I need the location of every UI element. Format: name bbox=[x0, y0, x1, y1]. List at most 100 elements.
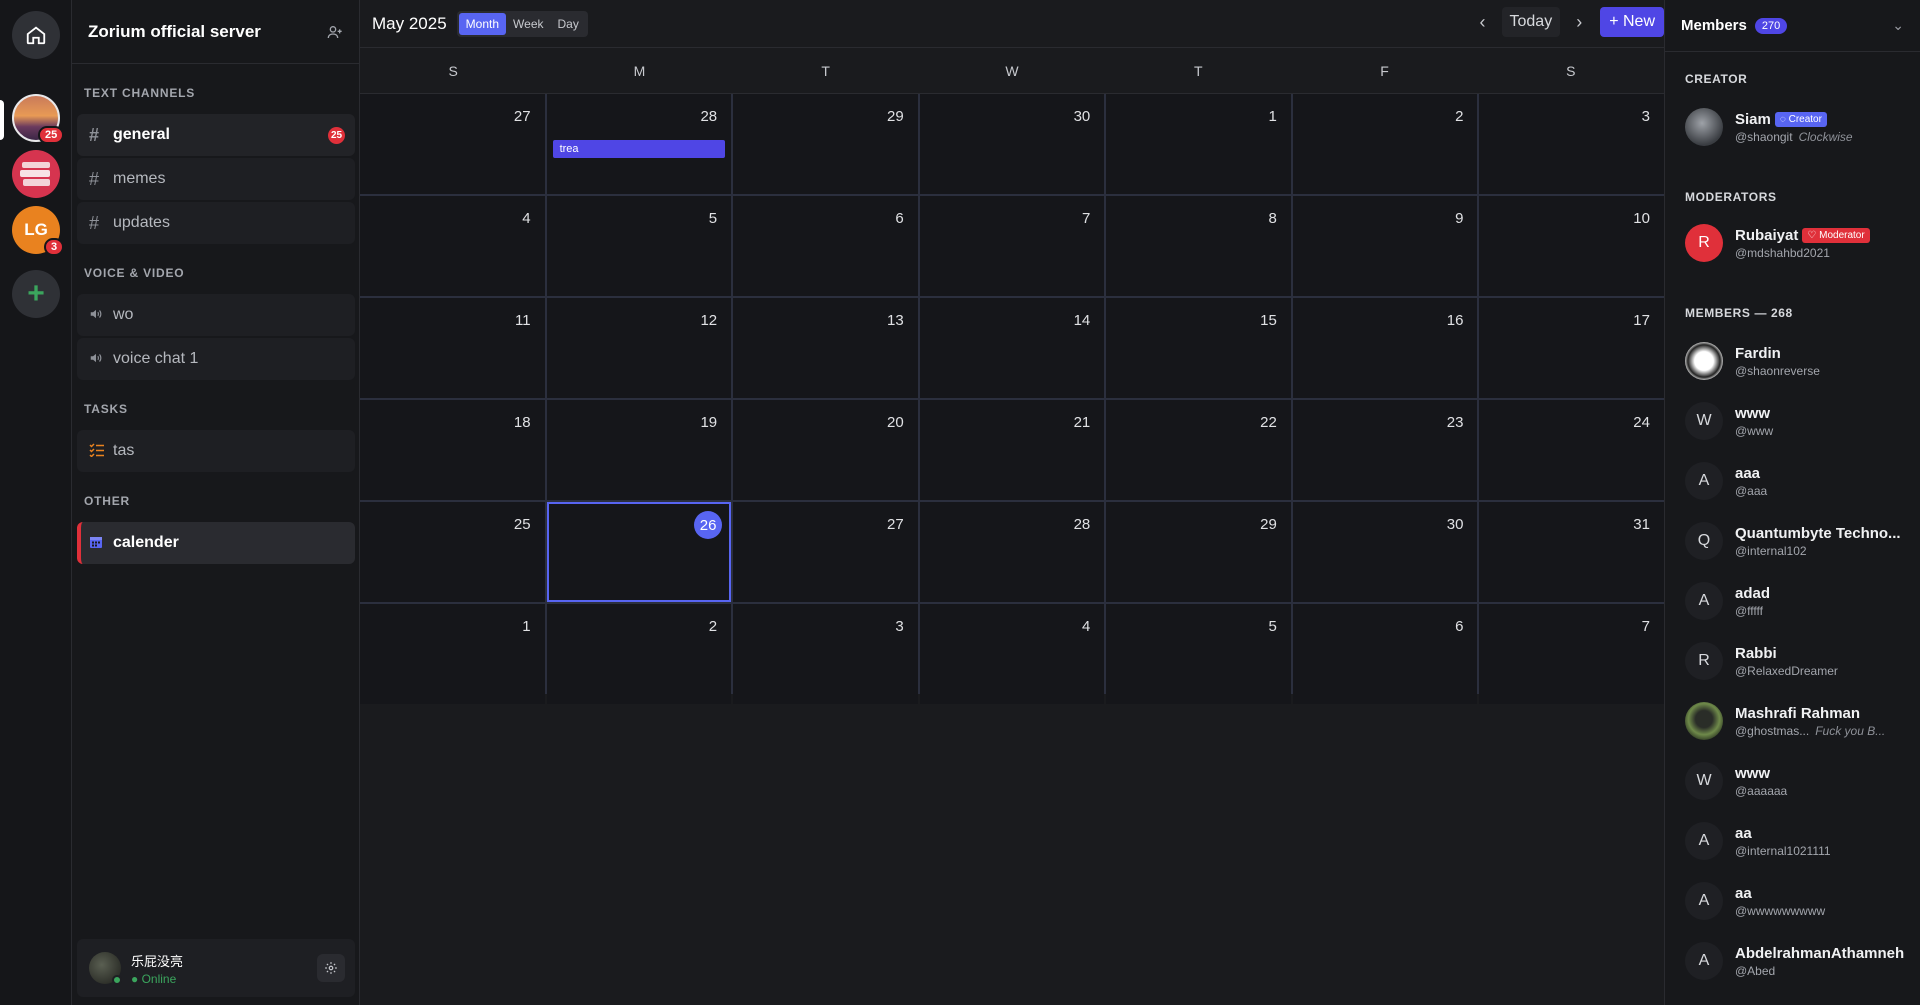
avatar: W bbox=[1685, 762, 1723, 800]
server-icon-books[interactable] bbox=[12, 150, 60, 198]
calendar-day[interactable]: 5 bbox=[546, 196, 732, 296]
calendar-event[interactable]: trea bbox=[552, 140, 726, 158]
channel-general[interactable]: # general 25 bbox=[77, 114, 355, 156]
member-name: aa bbox=[1735, 884, 1752, 902]
calendar-day[interactable]: 31 bbox=[1479, 502, 1664, 602]
calendar-day[interactable]: 6 bbox=[733, 196, 918, 296]
calendar-day[interactable]: 5 bbox=[1106, 604, 1291, 704]
server-header[interactable]: Zorium official server bbox=[72, 0, 359, 64]
calendar-title: May 2025 bbox=[372, 13, 447, 33]
channel-updates[interactable]: # updates bbox=[77, 202, 355, 244]
calendar-day[interactable]: 2 bbox=[1292, 94, 1478, 194]
member-item[interactable]: Fardin @shaonreverse bbox=[1685, 338, 1915, 384]
day-number: 10 bbox=[1633, 210, 1650, 227]
calendar-day[interactable]: 9 bbox=[1292, 196, 1478, 296]
tab-week[interactable]: Week bbox=[506, 13, 550, 35]
weekday-label: W bbox=[1005, 63, 1019, 79]
channel-voice-chat-1[interactable]: voice chat 1 bbox=[77, 338, 355, 380]
new-event-button[interactable]: + New bbox=[1600, 7, 1664, 37]
calendar-day[interactable]: 30 bbox=[1292, 502, 1478, 602]
calendar-day[interactable]: 27 bbox=[360, 94, 545, 194]
calendar-day[interactable]: 16 bbox=[1292, 298, 1478, 398]
tab-day[interactable]: Day bbox=[551, 13, 586, 35]
calendar-day[interactable]: 20 bbox=[733, 400, 918, 500]
avatar[interactable] bbox=[89, 952, 122, 985]
calendar-day[interactable]: 27 bbox=[733, 502, 918, 602]
calendar-day[interactable]: 29 bbox=[1106, 502, 1291, 602]
member-item[interactable]: Aaa @wwwwwwwww bbox=[1685, 878, 1915, 924]
member-item[interactable]: Wwww @aaaaaa bbox=[1685, 758, 1915, 804]
member-item[interactable]: Q Quantumbyte Techno... @internal102 bbox=[1685, 518, 1915, 564]
user-panel[interactable]: 乐屁没亮 ● Online bbox=[77, 939, 355, 997]
day-number: 26 bbox=[694, 511, 723, 539]
calendar-day[interactable]: 10 bbox=[1479, 196, 1664, 296]
calendar-day[interactable]: 7 bbox=[919, 196, 1105, 296]
calendar-day[interactable]: 12 bbox=[546, 298, 732, 398]
calendar-day[interactable]: 22 bbox=[1106, 400, 1291, 500]
channel-wo[interactable]: wo bbox=[77, 294, 355, 336]
home-button[interactable] bbox=[12, 11, 60, 59]
calendar-day[interactable]: 15 bbox=[1106, 298, 1291, 398]
member-item[interactable]: R Rabbi @RelaxedDreamer bbox=[1685, 638, 1915, 684]
calendar-day[interactable]: 7 bbox=[1479, 604, 1664, 704]
calendar-day[interactable]: 1 bbox=[1106, 94, 1291, 194]
calendar-icon bbox=[89, 533, 111, 554]
calendar-day-today[interactable]: 26 bbox=[546, 502, 732, 602]
member-creator[interactable]: Siam ◌ Creator @shaongit Clockwise bbox=[1685, 104, 1915, 150]
calendar-day[interactable]: 1 bbox=[360, 604, 545, 704]
add-user-icon[interactable] bbox=[327, 24, 343, 40]
add-server-button[interactable]: + bbox=[12, 270, 60, 318]
member-name: Rubaiyat bbox=[1735, 226, 1799, 244]
member-name: Quantumbyte Techno... bbox=[1735, 524, 1901, 542]
chevron-left-icon[interactable]: ‹ bbox=[1470, 12, 1496, 33]
calendar-day[interactable]: 3 bbox=[733, 604, 918, 704]
tab-month[interactable]: Month bbox=[458, 12, 507, 35]
calendar-day[interactable]: 24 bbox=[1479, 400, 1664, 500]
calendar-day[interactable]: 13 bbox=[733, 298, 918, 398]
member-moderator[interactable]: R Rubaiyat ♡ Moderator @mdshahbd2021 bbox=[1685, 220, 1915, 266]
member-item[interactable]: Aaaa @aaa bbox=[1685, 458, 1915, 504]
calendar-day[interactable]: 4 bbox=[360, 196, 545, 296]
channel-memes[interactable]: # memes bbox=[77, 158, 355, 200]
calendar-day[interactable]: 30 bbox=[919, 94, 1105, 194]
calendar-day[interactable]: 19 bbox=[546, 400, 732, 500]
server-name: Zorium official server bbox=[88, 21, 261, 41]
calendar-day[interactable]: 21 bbox=[919, 400, 1105, 500]
today-button[interactable]: Today bbox=[1501, 7, 1561, 37]
calendar-day[interactable]: 28 trea bbox=[546, 94, 732, 194]
member-item[interactable]: Aaa @internal1021111 bbox=[1685, 818, 1915, 864]
calendar-day[interactable]: 3 bbox=[1479, 94, 1664, 194]
day-number: 3 bbox=[1641, 108, 1650, 125]
calendar-day[interactable]: 17 bbox=[1479, 298, 1664, 398]
channel-label: tas bbox=[113, 442, 135, 459]
day-number: 4 bbox=[1081, 618, 1091, 635]
member-item[interactable]: A AbdelrahmanAthamneh @Abed bbox=[1685, 938, 1915, 984]
member-name: AbdelrahmanAthamneh bbox=[1735, 944, 1905, 962]
member-item[interactable]: Aadad @fffff bbox=[1685, 578, 1915, 624]
task-list-icon bbox=[89, 441, 111, 462]
calendar-day[interactable]: 8 bbox=[1106, 196, 1291, 296]
settings-button[interactable] bbox=[317, 954, 345, 982]
members-header[interactable]: Members 270 ⌄ bbox=[1665, 0, 1920, 52]
channel-label: calender bbox=[113, 534, 179, 551]
day-number: 3 bbox=[895, 618, 904, 635]
calendar-day[interactable]: 28 bbox=[919, 502, 1105, 602]
chevron-right-icon[interactable]: › bbox=[1566, 12, 1592, 33]
calendar-day[interactable]: 23 bbox=[1292, 400, 1478, 500]
calendar-day[interactable]: 2 bbox=[546, 604, 732, 704]
calendar-day[interactable]: 18 bbox=[360, 400, 545, 500]
channel-calender[interactable]: calender bbox=[77, 522, 355, 564]
member-item[interactable]: Mashrafi Rahman @ghostmas... Fuck you B... bbox=[1685, 698, 1915, 744]
channel-tas[interactable]: tas bbox=[77, 430, 355, 472]
calendar-day[interactable]: 25 bbox=[360, 502, 545, 602]
member-item[interactable]: Wwww @www bbox=[1685, 398, 1915, 444]
calendar-day[interactable]: 4 bbox=[919, 604, 1105, 704]
calendar-day[interactable]: 6 bbox=[1292, 604, 1478, 704]
calendar-day[interactable]: 11 bbox=[360, 298, 545, 398]
calendar-day[interactable]: 14 bbox=[919, 298, 1105, 398]
day-number: 6 bbox=[895, 210, 904, 227]
calendar-day[interactable]: 29 bbox=[733, 94, 918, 194]
day-number: 12 bbox=[700, 312, 718, 329]
chevron-down-icon[interactable]: ⌄ bbox=[1892, 17, 1904, 34]
month-grid: 27 28 trea 29 30 1 2 3 4 5 6 7 8 9 10 11 12 13 14 15 16 17 18 1… bbox=[360, 94, 1664, 704]
